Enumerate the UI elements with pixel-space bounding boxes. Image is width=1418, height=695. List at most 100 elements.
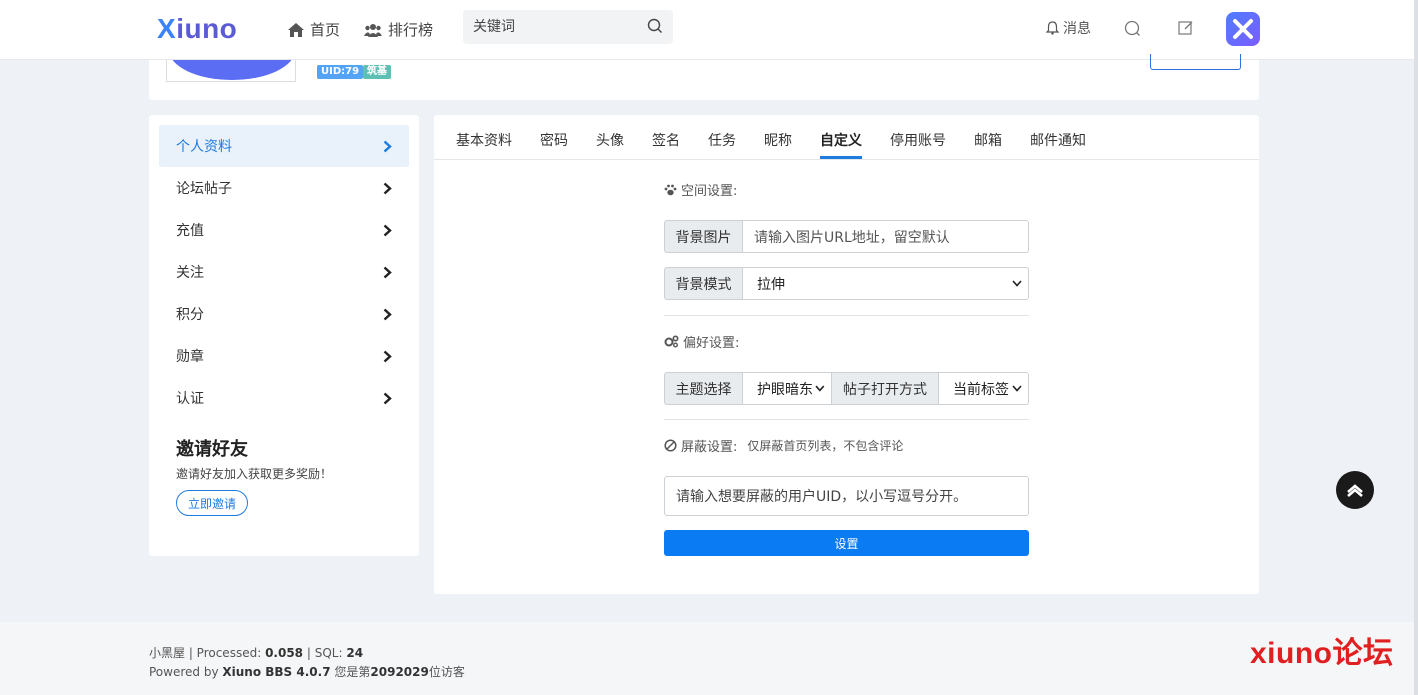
edit-icon[interactable] [1178,20,1194,36]
footer-sql-label: | SQL: [306,646,343,660]
x-logo-icon [1233,19,1253,39]
sidebar: 个人资料 论坛帖子 充值 关注 积分 勋章 认证 邀请好友 邀请好友加入获取更多… [149,115,419,556]
invite-title: 邀请好友 [176,439,248,460]
nav-ranking-label: 排行榜 [388,21,434,39]
messages-label: 消息 [1063,21,1091,37]
submit-button[interactable]: 设置 [664,530,1029,556]
footer-processed-label: 小黑屋 | Processed: [149,646,262,660]
chevron-right-icon [383,392,392,404]
chevron-down-icon [815,385,825,392]
block-settings-heading: 屏蔽设置: 仅屏蔽首页列表，不包含评论 [664,436,903,455]
logo-letter-x: X [157,13,177,44]
sidebar-item-label: 勋章 [176,349,204,365]
page-scrollbar[interactable] [1414,0,1418,695]
bg-mode-value: 拉伸 [757,276,785,293]
uid-badge: UID:79 [317,65,364,79]
sidebar-item-label: 论坛帖子 [176,181,232,197]
footer-engine[interactable]: Xiuno BBS 4.0.7 [222,665,330,679]
messages-link[interactable]: 消息 [1046,18,1091,38]
bell-icon [1046,21,1059,35]
ban-icon [664,439,677,452]
home-icon [288,22,304,37]
bg-mode-row: 背景模式 拉伸 [664,267,1029,300]
sidebar-item-recharge[interactable]: 充值 [159,209,409,251]
paw-icon [664,184,677,195]
invite-description: 邀请好友加入获取更多奖励！ [176,467,333,481]
footer: 小黑屋 | Processed: 0.058 | SQL: 24 Powered… [0,622,1418,695]
theme-select[interactable]: 护眼暗东 [743,372,832,405]
tab-nickname[interactable]: 昵称 [764,130,792,150]
tab-avatar[interactable]: 头像 [596,130,624,150]
gears-icon [664,335,679,348]
user-app-icon[interactable] [1226,12,1260,46]
bg-image-input[interactable]: 请输入图片URL地址，留空默认 [743,220,1029,253]
sidebar-item-label: 个人资料 [176,139,232,155]
space-settings-label: 空间设置: [681,184,738,199]
open-mode-value: 当前标签 [953,381,1009,398]
tab-signature[interactable]: 签名 [652,130,680,150]
chevron-up-icon [1347,484,1363,497]
sidebar-item-label: 充值 [176,223,204,239]
bg-image-label: 背景图片 [664,220,743,253]
tab-tasks[interactable]: 任务 [708,130,736,150]
theme-label: 主题选择 [664,372,743,405]
sidebar-item-label: 认证 [176,391,204,407]
chevron-right-icon [383,266,392,278]
watermark-text: xiuno论坛 [1250,637,1394,670]
chevron-down-icon [1012,280,1022,287]
back-to-top-button[interactable] [1336,471,1374,509]
theme-value: 护眼暗东 [757,381,813,398]
search-box [463,10,673,44]
search-input[interactable] [463,10,633,44]
sidebar-item-follow[interactable]: 关注 [159,251,409,293]
footer-processed-value: 0.058 [265,646,304,660]
sidebar-item-verify[interactable]: 认证 [159,377,409,419]
level-badge: 筑基 [363,65,391,79]
sidebar-item-label: 积分 [176,307,204,323]
block-uid-input[interactable]: 请输入想要屏蔽的用户UID，以小写逗号分开。 [664,476,1029,516]
space-settings-heading: 空间设置: [664,180,737,199]
search-icon[interactable] [1124,20,1141,37]
nav-ranking[interactable]: 排行榜 [364,19,433,40]
avatar [166,60,296,82]
chevron-right-icon [383,182,392,194]
divider [664,419,1029,420]
footer-powered-label: Powered by [149,665,219,679]
nav-home[interactable]: 首页 [288,19,340,40]
divider [664,315,1029,316]
sidebar-item-profile[interactable]: 个人资料 [159,125,409,167]
bg-mode-select[interactable]: 拉伸 [743,267,1029,300]
nav-home-label: 首页 [310,21,341,39]
invite-button[interactable]: 立即邀请 [176,490,248,516]
search-icon[interactable] [647,18,663,34]
pref-settings-label: 偏好设置: [683,336,740,351]
tab-basic-info[interactable]: 基本资料 [456,130,512,150]
tab-custom[interactable]: 自定义 [820,130,862,150]
footer-powered: Powered by Xiuno BBS 4.0.7 您是第2092029位访客 [149,663,465,680]
footer-visitor-prefix: 您是第 [334,665,371,679]
tab-deactivate[interactable]: 停用账号 [890,130,946,150]
preference-row: 主题选择 护眼暗东 帖子打开方式 当前标签 [664,372,1029,405]
profile-action-button[interactable] [1150,54,1241,70]
logo-text: iuno [176,13,238,44]
site-logo[interactable]: Xiuno [157,13,237,45]
active-tab-indicator [820,156,862,159]
bg-mode-label: 背景模式 [664,267,743,300]
chevron-right-icon [383,350,392,362]
tab-email[interactable]: 邮箱 [974,130,1002,150]
chevron-right-icon [383,140,392,152]
pref-settings-heading: 偏好设置: [664,332,739,351]
top-navbar: Xiuno 首页 排行榜 消息 [0,0,1418,60]
sidebar-item-posts[interactable]: 论坛帖子 [159,167,409,209]
sidebar-item-points[interactable]: 积分 [159,293,409,335]
tab-email-notify[interactable]: 邮件通知 [1030,130,1086,150]
open-mode-label: 帖子打开方式 [832,372,939,405]
users-icon [364,23,382,37]
footer-sql-value: 24 [346,646,364,660]
footer-visitor-suffix: 位访客 [428,665,465,679]
tab-password[interactable]: 密码 [540,130,568,150]
profile-header: UID:79 筑基 [149,54,1259,100]
block-settings-label: 屏蔽设置: [681,440,738,455]
sidebar-item-medals[interactable]: 勋章 [159,335,409,377]
open-mode-select[interactable]: 当前标签 [939,372,1029,405]
